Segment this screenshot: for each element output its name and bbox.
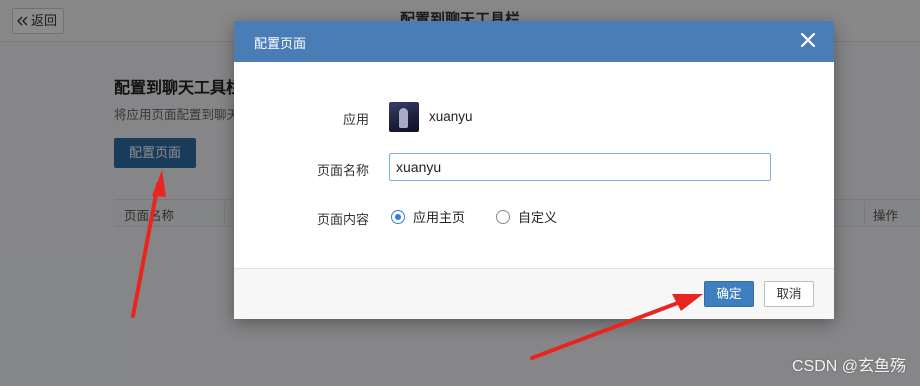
app-label: 应用 xyxy=(342,112,369,127)
page-name-input[interactable] xyxy=(389,153,771,181)
dialog-header: 配置页面 xyxy=(234,21,834,62)
radio-unselected-icon[interactable] xyxy=(496,209,510,224)
close-icon[interactable] xyxy=(798,30,818,50)
radio-label: 应用主页 xyxy=(413,210,466,225)
radio-label: 自定义 xyxy=(518,210,558,225)
app-name: xuanyu xyxy=(429,109,473,124)
watermark: CSDN @玄鱼殇 xyxy=(791,358,906,375)
dialog-title: 配置页面 xyxy=(254,36,307,51)
cancel-button[interactable]: 取消 xyxy=(764,281,814,307)
radio-selected-icon[interactable] xyxy=(391,209,405,224)
radio-option-app-home[interactable]: 应用主页 xyxy=(391,207,465,226)
configure-page-dialog: 配置页面 应用 xuanyu 页面名称 页面内容 应用主页 自定义 确定 取消 xyxy=(234,21,834,319)
radio-option-custom[interactable]: 自定义 xyxy=(496,207,557,226)
app-avatar xyxy=(389,102,419,132)
page-content-label: 页面内容 xyxy=(316,212,369,227)
dialog-footer: 确定 取消 xyxy=(234,268,834,319)
page-name-label: 页面名称 xyxy=(316,163,369,178)
confirm-button[interactable]: 确定 xyxy=(704,281,754,307)
